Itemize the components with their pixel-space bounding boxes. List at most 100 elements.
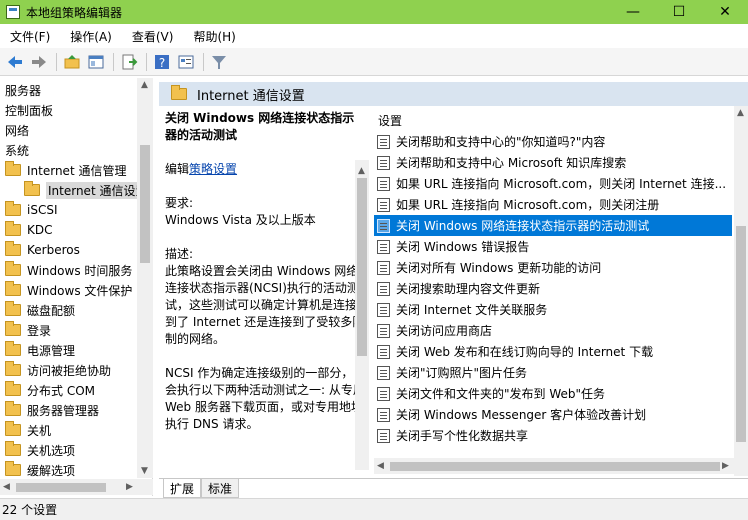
settings-scroll-left-icon[interactable]: ◀ xyxy=(377,461,384,471)
description-paragraph-1: 此策略设置会关闭由 Windows 网络连接状态指示器(NCSI)执行的活动测试… xyxy=(165,264,365,346)
setting-label: 关闭帮助和支持中心 Microsoft 知识库搜索 xyxy=(396,156,627,170)
folder-icon xyxy=(5,281,21,296)
menu-view[interactable]: 查看(V) xyxy=(126,28,180,45)
setting-label: 关闭搜索助理内容文件更新 xyxy=(396,282,541,296)
menu-help[interactable]: 帮助(H) xyxy=(187,28,241,45)
tree-item-label: 关机选项 xyxy=(27,443,76,458)
setting-row[interactable]: 关闭对所有 Windows 更新功能的访问 xyxy=(374,257,732,278)
setting-row[interactable]: 关闭访问应用商店 xyxy=(374,320,732,341)
tree-item-label: 访问被拒绝协助 xyxy=(27,363,112,378)
setting-row[interactable]: 关闭帮助和支持中心的"你知道吗?"内容 xyxy=(374,131,732,152)
folder-icon xyxy=(5,401,21,416)
description-title: 关闭 Windows 网络连接状态指示器的活动测试 xyxy=(165,111,355,142)
tree-item[interactable]: Internet 通信管理 xyxy=(5,160,126,180)
setting-row[interactable]: 关闭"订购照片"图片任务 xyxy=(374,362,732,383)
menu-bar: 文件(F) 操作(A) 查看(V) 帮助(H) xyxy=(0,24,748,48)
tree-item[interactable]: 网络 xyxy=(5,120,29,140)
description-scroll-up-icon[interactable]: ▲ xyxy=(358,166,365,176)
tree-item[interactable]: Kerberos xyxy=(5,240,80,260)
tree-item[interactable]: 服务器 xyxy=(5,80,41,100)
folder-icon xyxy=(5,441,21,456)
tree-item[interactable]: 系统 xyxy=(5,140,29,160)
setting-row[interactable]: 如果 URL 连接指向 Microsoft.com，则关闭注册 xyxy=(374,194,732,215)
tree-scroll-left-icon[interactable]: ◀ xyxy=(3,482,10,492)
setting-row[interactable]: 关闭 Windows Messenger 客户体验改善计划 xyxy=(374,404,732,425)
folder-icon xyxy=(5,361,21,376)
tree-item[interactable]: Windows 时间服务 xyxy=(5,260,132,280)
settings-scroll-right-icon[interactable]: ▶ xyxy=(722,461,729,471)
tree-item[interactable]: Windows 文件保护 xyxy=(5,280,132,300)
settings-horizontal-scroll-thumb[interactable] xyxy=(390,462,720,471)
menu-file[interactable]: 文件(F) xyxy=(4,28,56,45)
setting-row[interactable]: 如果 URL 连接指向 Microsoft.com，则关闭 Internet 连… xyxy=(374,173,732,194)
back-arrow-icon[interactable] xyxy=(4,51,26,73)
tree-item[interactable]: 登录 xyxy=(5,320,51,340)
filter-icon[interactable] xyxy=(208,51,230,73)
tree-item[interactable]: 关机 xyxy=(5,420,51,440)
setting-row[interactable]: 关闭帮助和支持中心 Microsoft 知识库搜索 xyxy=(374,152,732,173)
tree-item[interactable]: 控制面板 xyxy=(5,100,53,120)
tree-item-label: 网络 xyxy=(5,123,30,138)
settings-scroll-up-icon[interactable]: ▲ xyxy=(737,108,744,118)
settings-vertical-scroll-thumb[interactable] xyxy=(736,226,746,442)
export-list-icon[interactable] xyxy=(118,51,140,73)
policy-setting-icon xyxy=(377,134,390,149)
setting-row[interactable]: 关闭文件和文件夹的"发布到 Web"任务 xyxy=(374,383,732,404)
tree-item-label: 控制面板 xyxy=(5,103,54,118)
tree-item[interactable]: 分布式 COM xyxy=(5,380,95,400)
edit-policy-link[interactable]: 策略设置 xyxy=(189,162,237,176)
tree-item-label: Kerberos xyxy=(27,243,80,257)
tree-item[interactable]: KDC xyxy=(5,220,53,240)
show-tree-icon[interactable] xyxy=(85,51,107,73)
description-vertical-scroll-thumb[interactable] xyxy=(357,178,367,356)
up-folder-icon[interactable] xyxy=(61,51,83,73)
toolbar: ? xyxy=(0,48,748,76)
tree-scroll-up-icon[interactable]: ▲ xyxy=(141,80,148,90)
policy-setting-icon xyxy=(377,239,390,254)
setting-row[interactable]: 关闭 Internet 文件关联服务 xyxy=(374,299,732,320)
properties-icon[interactable] xyxy=(175,51,197,73)
forward-arrow-icon[interactable] xyxy=(28,51,50,73)
tree-scroll-right-icon[interactable]: ▶ xyxy=(126,482,133,492)
tree-vertical-scroll-thumb[interactable] xyxy=(140,145,150,263)
folder-icon xyxy=(5,201,21,216)
tree-item-label: 电源管理 xyxy=(27,343,76,358)
tab-extended[interactable]: 扩展 xyxy=(163,479,202,498)
tree-vertical-scrollbar[interactable] xyxy=(137,78,153,478)
maximize-button[interactable]: ☐ xyxy=(656,0,702,24)
tree-item[interactable]: 服务器管理器 xyxy=(5,400,99,420)
setting-description: 关闭 Windows 网络连接状态指示器的活动测试 编辑策略设置 要求: Win… xyxy=(165,110,365,470)
setting-row[interactable]: 关闭 Windows 错误报告 xyxy=(374,236,732,257)
tree-item[interactable]: 关机选项 xyxy=(5,440,75,460)
tree-item-label: Internet 通信设置 xyxy=(46,181,150,199)
tree-scroll-down-icon[interactable]: ▼ xyxy=(141,466,148,476)
minimize-button[interactable]: — xyxy=(610,0,656,24)
tree-item[interactable]: 电源管理 xyxy=(5,340,75,360)
tree-item[interactable]: 磁盘配额 xyxy=(5,300,75,320)
help-icon[interactable]: ? xyxy=(151,51,173,73)
setting-label: 关闭访问应用商店 xyxy=(396,324,493,338)
setting-row[interactable]: 关闭搜索助理内容文件更新 xyxy=(374,278,732,299)
tree-item-label: Windows 时间服务 xyxy=(27,263,133,278)
menu-action[interactable]: 操作(A) xyxy=(64,28,118,45)
folder-icon xyxy=(5,161,21,176)
setting-label: 如果 URL 连接指向 Microsoft.com，则关闭注册 xyxy=(396,198,660,212)
setting-row[interactable]: 关闭 Windows 网络连接状态指示器的活动测试 xyxy=(374,215,732,236)
policy-setting-icon xyxy=(377,218,390,233)
folder-icon xyxy=(5,301,21,316)
tree-item[interactable]: 缓解选项 xyxy=(5,460,75,480)
tree-item[interactable]: Internet 通信设置 xyxy=(24,180,150,200)
setting-label: 关闭文件和文件夹的"发布到 Web"任务 xyxy=(396,387,606,401)
edit-policy-line: 编辑策略设置 xyxy=(165,161,365,178)
close-button[interactable]: ✕ xyxy=(702,0,748,24)
tree-horizontal-scroll-thumb[interactable] xyxy=(16,483,106,492)
tree-item[interactable]: iSCSI xyxy=(5,200,58,220)
setting-row[interactable]: 关闭 Web 发布和在线订购向导的 Internet 下载 xyxy=(374,341,732,362)
svg-text:?: ? xyxy=(159,56,165,70)
description-label: 描述: xyxy=(165,247,194,261)
tree-item[interactable]: 访问被拒绝协助 xyxy=(5,360,111,380)
window-title: 本地组策略编辑器 xyxy=(26,5,123,20)
settings-column-header[interactable]: 设置 xyxy=(374,110,734,130)
setting-row[interactable]: 关闭手写个性化数据共享 xyxy=(374,425,732,446)
tab-standard[interactable]: 标准 xyxy=(201,479,240,498)
